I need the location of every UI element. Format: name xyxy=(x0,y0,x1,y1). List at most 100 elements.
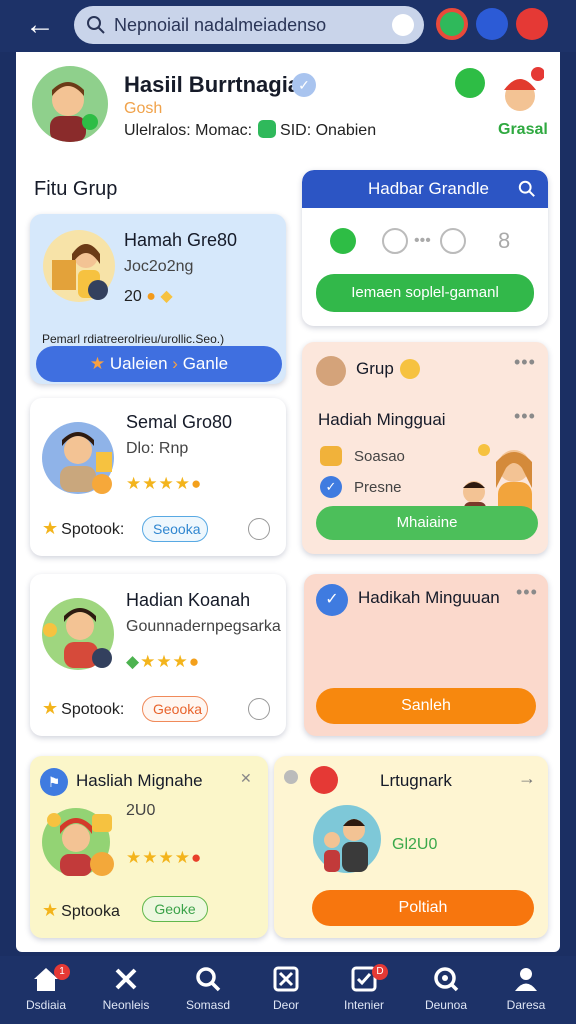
nav-item-tasks[interactable]: D Intenier xyxy=(324,964,404,1020)
stat-icon xyxy=(258,120,277,138)
spot-label: ★ Sptooka xyxy=(42,900,120,921)
share-icon[interactable] xyxy=(248,698,270,720)
nav-badge: D xyxy=(372,964,388,980)
location-icon[interactable] xyxy=(330,228,356,254)
star-icon[interactable] xyxy=(476,8,508,40)
group-card[interactable]: Hadian Koanah Gounnadernpegsarka ◆★★★● ★… xyxy=(30,574,286,736)
join-button-label: Ualeien xyxy=(109,354,168,373)
coin-icon: ● xyxy=(146,288,156,305)
tools-icon xyxy=(115,968,137,990)
weekly-button[interactable]: Sanleh xyxy=(316,688,536,724)
nav-label: Daresa xyxy=(506,998,546,1012)
bottom-nav: 1 Dsdiaia Neonleis Somasd Deor D Intenie… xyxy=(0,956,576,1024)
leaderboard-header: Hadbar Grandle xyxy=(302,170,548,208)
group-image xyxy=(43,230,115,302)
coin-icon: ● xyxy=(190,848,203,867)
group-card[interactable]: ⚑ Hasliah Mignahe ✕ 2U0 ★★★★● ★ Sptooka G… xyxy=(30,756,268,938)
rating-stars: ★★★★● xyxy=(126,474,203,493)
nav-label: Neonleis xyxy=(102,998,150,1012)
stats-value: SID: Onabien xyxy=(280,122,377,139)
spot-chip[interactable]: Geoke xyxy=(142,896,208,922)
join-button-label-2: Ganle xyxy=(182,354,229,373)
section-title: Fitu Grup xyxy=(34,178,118,200)
more-icon[interactable]: ••• xyxy=(514,406,536,427)
card-title: Hamah Gre80 xyxy=(124,230,238,250)
spot-text: Spotook: xyxy=(61,701,125,718)
nav-item-explore[interactable]: Deunoa xyxy=(406,964,486,1020)
card-title: Semal Gro80 xyxy=(126,412,233,432)
leaderboard-title: Hadbar Grandle xyxy=(368,179,489,198)
more-icon[interactable]: ••• xyxy=(516,582,538,603)
dot-icon xyxy=(284,770,298,784)
avatar[interactable] xyxy=(516,8,548,40)
claim-button[interactable]: Mhaiaine xyxy=(316,506,538,540)
status-badge: Grasal xyxy=(498,121,548,138)
nav-item-search[interactable]: Somasd xyxy=(168,964,248,1020)
card-description: Pemarl rdiatreerolrieu/urollic.Seo.) xyxy=(42,332,225,346)
profile-name: Hasiil Burrtnagiai xyxy=(124,72,307,97)
spot-label: ★ Spotook: xyxy=(42,518,124,539)
grup-card[interactable]: Grup ••• Hadiah Mingguai ••• Soasao ✓ Pr… xyxy=(302,342,548,554)
list-item: Soasao xyxy=(354,448,405,465)
group-card[interactable]: Hamah Gre80 Joc2o2ng 20 ● ◆ Pemarl rdiat… xyxy=(30,214,286,384)
nav-item-box[interactable]: Deor xyxy=(246,964,326,1020)
card-title: Lrtugnark xyxy=(380,771,452,790)
leaderboard-card[interactable]: Hadbar Grandle ••• 8 Iemaen soplel-gaman… xyxy=(302,170,548,326)
top-bar: ← xyxy=(0,0,576,52)
flag-icon: ⚑ xyxy=(40,768,68,796)
search-icon xyxy=(196,967,221,992)
browser-icon[interactable] xyxy=(436,8,468,40)
arrow-icon: › xyxy=(172,354,178,373)
coin-icon: ● xyxy=(188,652,201,671)
card-count: 2U0 xyxy=(126,802,156,819)
group-card[interactable]: Semal Gro80 Dlo: Rnp ★★★★● ★ Spotook: Seo… xyxy=(30,398,286,556)
chest-icon xyxy=(320,446,342,466)
nav-label: Intenier xyxy=(343,998,385,1012)
search-input[interactable] xyxy=(114,10,374,40)
join-button[interactable]: ★ Ualeien › Ganle xyxy=(36,346,282,382)
spot-label: ★ Spotook: xyxy=(42,698,124,719)
spot-text: Spotook: xyxy=(61,521,125,538)
card-subtitle: Gounnadernpegsarka xyxy=(126,618,281,635)
progress-dots: ••• xyxy=(414,232,431,249)
count-value: 20 xyxy=(124,288,142,305)
refresh-icon[interactable] xyxy=(392,14,414,36)
card-count: 20 ● ◆ xyxy=(124,286,173,306)
nav-label: Dsdiaia xyxy=(25,998,67,1012)
card-title: Hasliah Mignahe xyxy=(76,771,203,790)
back-arrow-icon[interactable]: ← xyxy=(20,8,60,42)
avatar[interactable] xyxy=(32,66,108,142)
star-icon: ★ xyxy=(89,354,106,373)
share-icon[interactable] xyxy=(248,518,270,540)
nav-item-home[interactable]: 1 Dsdiaia xyxy=(6,964,86,1020)
spot-chip[interactable]: Seooka xyxy=(142,516,208,542)
card-title: Hadian Koanah xyxy=(126,590,251,610)
rating-stars: ★★★★● xyxy=(126,848,203,867)
coin-icon: ● xyxy=(190,474,203,493)
nav-item-tools[interactable]: Neonleis xyxy=(86,964,166,1020)
star-icon: ★ xyxy=(42,698,59,718)
leaderboard-button[interactable]: Iemaen soplel-gamanl xyxy=(316,274,534,312)
check-icon: ✓ xyxy=(316,584,348,616)
close-icon[interactable]: ✕ xyxy=(240,770,252,787)
timer-icon[interactable] xyxy=(382,228,408,254)
weekly-card[interactable]: ✓ Hadikah Minguuan ••• Sanleh xyxy=(304,574,548,736)
reward-card[interactable]: Lrtugnark → Gl2U0 Poltiah xyxy=(274,756,548,938)
more-icon[interactable]: ••• xyxy=(514,352,536,373)
group-image xyxy=(313,805,381,873)
stats-label: Ulelralos: Momac: xyxy=(124,122,253,139)
nav-item-profile[interactable]: Daresa xyxy=(486,964,566,1020)
avatar xyxy=(316,356,346,386)
group-image xyxy=(42,808,114,876)
search-bar[interactable] xyxy=(74,6,424,44)
gauge-icon[interactable] xyxy=(440,228,466,254)
trophy-icon: 8 xyxy=(498,228,511,253)
card-subtitle: Dlo: Rnp xyxy=(126,440,189,457)
verified-icon: ✓ xyxy=(292,73,316,97)
card-subtitle: Hadiah Mingguai xyxy=(318,410,446,429)
search-icon[interactable] xyxy=(518,180,536,198)
phone-icon[interactable] xyxy=(455,68,485,98)
arrow-icon[interactable]: → xyxy=(518,768,536,789)
spot-chip[interactable]: Geooka xyxy=(142,696,208,722)
reward-button[interactable]: Poltiah xyxy=(312,890,534,926)
